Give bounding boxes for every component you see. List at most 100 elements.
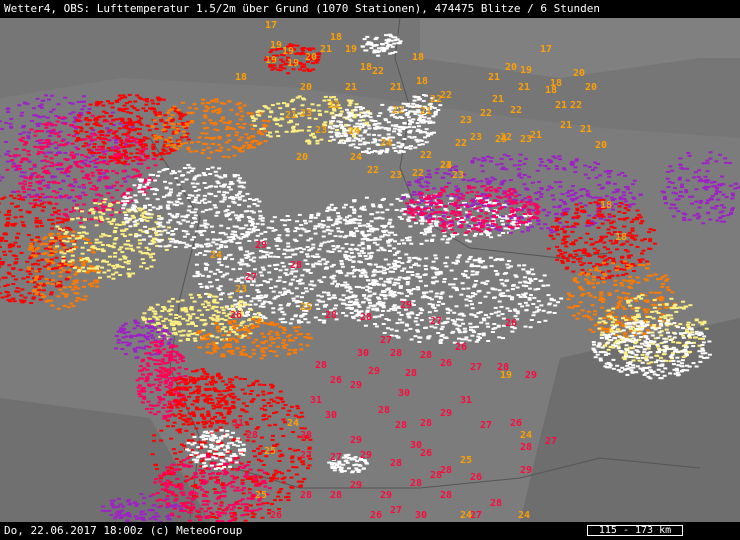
strike-marker: [80, 266, 85, 269]
strike-marker: [117, 161, 122, 164]
strike-marker: [170, 214, 175, 217]
strike-marker: [36, 153, 41, 155]
strike-marker: [489, 189, 493, 192]
strike-marker: [203, 114, 208, 117]
strike-marker: [522, 213, 527, 215]
terrain-relief: [0, 18, 740, 522]
strike-marker: [72, 243, 77, 246]
strike-marker: [149, 265, 154, 268]
strike-marker: [182, 167, 187, 169]
strike-marker: [563, 251, 568, 254]
strike-marker: [121, 146, 126, 149]
strike-marker: [383, 280, 388, 283]
strike-marker: [396, 141, 401, 144]
strike-marker: [222, 191, 227, 194]
strike-marker: [373, 120, 378, 122]
strike-marker: [96, 193, 101, 196]
strike-marker: [515, 286, 520, 289]
strike-marker: [207, 295, 212, 298]
strike-marker: [351, 317, 356, 320]
strike-marker: [56, 282, 61, 285]
strike-marker: [61, 259, 66, 262]
strike-marker: [476, 290, 481, 293]
strike-marker: [505, 193, 510, 196]
strike-marker: [85, 135, 90, 138]
strike-marker: [306, 139, 311, 142]
strike-marker: [587, 195, 592, 198]
strike-marker: [478, 200, 483, 203]
strike-marker: [110, 196, 115, 199]
strike-marker: [469, 199, 474, 202]
strike-marker: [347, 104, 352, 107]
strike-marker: [491, 210, 496, 213]
strike-marker: [549, 231, 554, 234]
strike-marker: [519, 200, 524, 203]
strike-marker: [351, 260, 356, 263]
strike-marker: [240, 195, 245, 198]
strike-marker: [481, 156, 486, 159]
strike-marker: [318, 244, 323, 247]
strike-marker: [14, 148, 19, 151]
strike-marker: [9, 117, 14, 120]
strike-marker: [483, 265, 488, 268]
strike-marker: [461, 272, 466, 275]
strike-marker: [19, 215, 24, 218]
strike-marker: [19, 299, 24, 302]
strike-marker: [515, 310, 520, 313]
strike-marker: [18, 167, 22, 170]
strike-marker: [49, 249, 54, 252]
strike-marker: [19, 114, 24, 117]
title-bar: Wetter4, OBS: Lufttemperatur 1.5/2m über…: [0, 0, 740, 18]
strike-marker: [450, 319, 455, 322]
strike-marker: [454, 193, 459, 196]
strike-marker: [498, 258, 503, 261]
strike-marker: [48, 299, 53, 302]
strike-marker: [386, 327, 390, 330]
strike-marker: [280, 261, 285, 264]
strike-marker: [357, 244, 362, 247]
strike-marker: [402, 242, 406, 245]
strike-marker: [82, 100, 87, 103]
strike-marker: [284, 268, 289, 271]
strike-marker: [261, 255, 266, 258]
strike-marker: [501, 166, 506, 169]
strike-marker: [582, 248, 587, 251]
strike-marker: [229, 292, 234, 295]
strike-marker: [464, 304, 469, 307]
strike-marker: [44, 126, 49, 129]
strike-marker: [290, 278, 295, 281]
strike-marker: [80, 246, 85, 249]
strike-marker: [161, 98, 166, 101]
strike-marker: [486, 204, 491, 207]
strike-marker: [88, 119, 93, 122]
strike-marker: [119, 97, 124, 99]
strike-marker: [566, 259, 570, 262]
strike-marker: [335, 129, 339, 131]
strike-marker: [476, 219, 481, 222]
strike-marker: [340, 302, 345, 305]
strike-marker: [129, 247, 134, 250]
strike-marker: [388, 270, 393, 273]
strike-marker: [4, 153, 9, 156]
strike-marker: [134, 168, 139, 171]
strike-marker: [95, 169, 100, 172]
strike-marker: [256, 228, 260, 231]
strike-marker: [168, 148, 173, 151]
strike-marker: [282, 224, 287, 227]
strike-marker: [449, 197, 454, 200]
strike-marker: [351, 139, 356, 142]
strike-marker: [87, 148, 92, 151]
strike-marker: [397, 216, 402, 219]
map-canvas[interactable]: 1718192021 19181817191820 212221202122 2122…: [0, 18, 740, 522]
strike-marker: [127, 217, 132, 220]
strike-marker: [535, 310, 540, 313]
strike-marker: [422, 295, 427, 298]
strike-marker: [403, 210, 408, 213]
strike-marker: [621, 191, 626, 194]
strike-marker: [357, 215, 362, 218]
strike-marker: [9, 125, 14, 128]
strike-marker: [276, 295, 281, 298]
strike-marker: [201, 122, 206, 125]
strike-marker: [155, 140, 159, 143]
strike-marker: [521, 293, 526, 296]
